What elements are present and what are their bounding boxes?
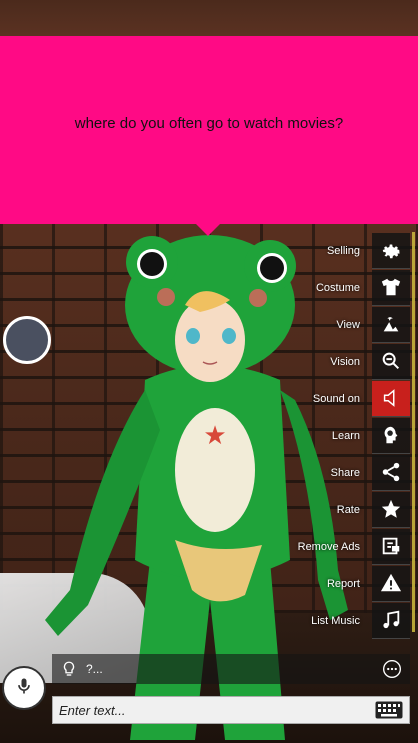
avatar-button[interactable] [3, 316, 51, 364]
chat-input-container [52, 696, 410, 724]
suggestion-bar[interactable]: ?... [52, 654, 410, 684]
chat-text-input[interactable] [53, 701, 375, 719]
microphone-button[interactable] [2, 666, 46, 710]
menu-item-vision[interactable]: Vision [170, 343, 410, 380]
menu-item-share[interactable]: Share [170, 454, 410, 491]
suggestion-text: ?... [86, 662, 103, 676]
menu-item-label: Sound on [312, 392, 360, 405]
speaker-icon [372, 380, 410, 417]
menu-item-label: View [336, 318, 360, 331]
menu-item-learn[interactable]: Learn [170, 417, 410, 454]
zoom-out-icon [372, 343, 410, 380]
speech-bubble: where do you often go to watch movies? [0, 36, 418, 236]
menu-item-view[interactable]: View [170, 306, 410, 343]
menu-item-label: Report [326, 577, 360, 590]
warning-icon [372, 565, 410, 602]
brain-head-icon [372, 417, 410, 454]
more-options-icon[interactable] [382, 659, 402, 679]
star-icon [372, 491, 410, 528]
menu-scrollbar[interactable] [412, 232, 415, 632]
share-icon [372, 454, 410, 491]
menu-item-label: Selling [326, 244, 360, 257]
menu-item-label: Vision [330, 355, 360, 368]
landscape-icon [372, 306, 410, 343]
menu-item-label: Share [330, 466, 360, 479]
remove-ads-icon [372, 528, 410, 565]
music-note-icon [372, 602, 410, 639]
menu-item-costume[interactable]: Costume [170, 269, 410, 306]
menu-item-selling[interactable]: Selling [170, 232, 410, 269]
menu-item-label: Rate [336, 503, 360, 516]
menu-item-label: List Music [311, 614, 360, 627]
speech-bubble-text: where do you often go to watch movies? [74, 114, 344, 132]
menu-item-label: Remove Ads [297, 540, 360, 553]
gear-icon [372, 232, 410, 269]
microphone-icon [14, 675, 34, 702]
menu-item-sound[interactable]: Sound on [170, 380, 410, 417]
shirt-icon [372, 269, 410, 306]
menu-item-remove-ads[interactable]: Remove Ads [170, 528, 410, 565]
lightbulb-icon [60, 659, 78, 679]
menu-item-label: Learn [331, 429, 360, 442]
menu-item-label: Costume [315, 281, 360, 294]
keyboard-icon[interactable] [375, 701, 403, 719]
menu-item-report[interactable]: Report [170, 565, 410, 602]
menu-item-list-music[interactable]: List Music [170, 602, 410, 639]
menu-item-rate[interactable]: Rate [170, 491, 410, 528]
